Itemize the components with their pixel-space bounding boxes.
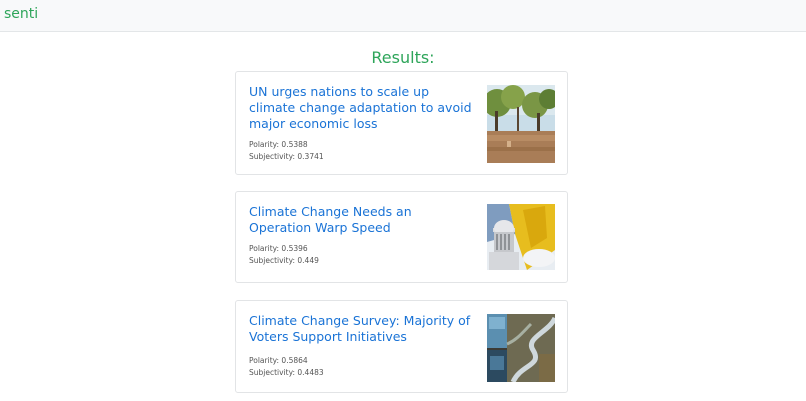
result-card: UN urges nations to scale up climate cha… xyxy=(235,71,568,175)
article-thumbnail[interactable] xyxy=(487,204,555,270)
polarity-score: Polarity: 0.5864 xyxy=(249,356,308,365)
article-title-link[interactable]: UN urges nations to scale up climate cha… xyxy=(249,84,477,132)
polarity-score: Polarity: 0.5396 xyxy=(249,244,308,253)
subjectivity-score: Subjectivity: 0.4483 xyxy=(249,368,324,377)
article-title-link[interactable]: Climate Change Survey: Majority of Voter… xyxy=(249,313,477,345)
subjectivity-score: Subjectivity: 0.3741 xyxy=(249,152,324,161)
article-thumbnail[interactable] xyxy=(487,85,555,163)
brand-link[interactable]: senti xyxy=(4,6,38,22)
result-card: Climate Change Survey: Majority of Voter… xyxy=(235,300,568,393)
article-thumbnail[interactable] xyxy=(487,314,555,382)
article-title-link[interactable]: Climate Change Needs an Operation Warp S… xyxy=(249,204,477,236)
subjectivity-score: Subjectivity: 0.449 xyxy=(249,256,319,265)
polarity-score: Polarity: 0.5388 xyxy=(249,140,308,149)
result-card: Climate Change Needs an Operation Warp S… xyxy=(235,191,568,283)
results-heading: Results: xyxy=(371,48,435,67)
navbar: senti xyxy=(0,0,806,32)
